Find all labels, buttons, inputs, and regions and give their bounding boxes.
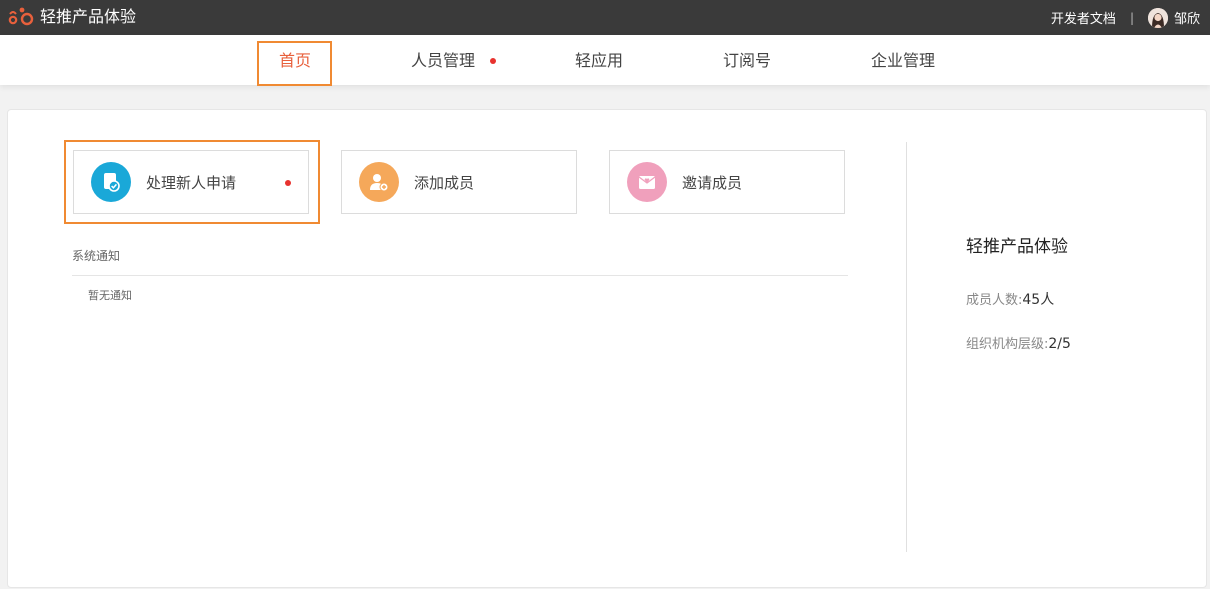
nav-item-subscriptions[interactable]: 订阅号 bbox=[723, 35, 771, 85]
main-card: 处理新人申请 添加成员 邀请成员 系统通知 暂无通知 轻推产品体验 成员人 bbox=[7, 109, 1207, 588]
user-name[interactable]: 邹欣 bbox=[1174, 8, 1200, 27]
divider bbox=[72, 275, 848, 276]
org-levels: 组织机构层级:2/5 bbox=[966, 333, 1071, 352]
invite-member-button[interactable]: 邀请成员 bbox=[609, 150, 845, 214]
vertical-divider bbox=[906, 142, 907, 552]
process-applications-button[interactable]: 处理新人申请 bbox=[73, 150, 309, 214]
org-name: 轻推产品体验 bbox=[966, 232, 1068, 257]
logo-icon bbox=[8, 6, 34, 28]
member-count-value: 45人 bbox=[1022, 292, 1054, 308]
org-levels-label: 组织机构层级: bbox=[966, 337, 1048, 352]
action-label: 处理新人申请 bbox=[146, 172, 236, 193]
org-levels-value: 2/5 bbox=[1048, 336, 1071, 352]
nav-item-label: 人员管理 bbox=[411, 51, 475, 70]
app-title: 轻推产品体验 bbox=[40, 6, 136, 28]
nav-item-members[interactable]: 人员管理 bbox=[411, 35, 475, 85]
notifications-title: 系统通知 bbox=[72, 247, 120, 264]
nav-item-light-apps[interactable]: 轻应用 bbox=[575, 35, 623, 85]
member-count: 成员人数:45人 bbox=[966, 289, 1054, 309]
member-count-label: 成员人数: bbox=[966, 293, 1022, 308]
add-user-icon bbox=[359, 162, 399, 202]
action-label: 添加成员 bbox=[414, 172, 474, 193]
developer-docs-link[interactable]: 开发者文档 bbox=[1051, 8, 1116, 27]
nav-item-enterprise[interactable]: 企业管理 bbox=[871, 35, 935, 85]
top-bar: 轻推产品体验 开发者文档 | 邹欣 bbox=[0, 0, 1210, 35]
envelope-heart-icon bbox=[627, 162, 667, 202]
notifications-empty-text: 暂无通知 bbox=[88, 287, 132, 303]
separator: | bbox=[1130, 11, 1134, 25]
action-label: 邀请成员 bbox=[682, 172, 742, 193]
nav-item-home[interactable]: 首页 bbox=[279, 35, 311, 85]
members-badge-dot bbox=[490, 58, 496, 64]
add-member-button[interactable]: 添加成员 bbox=[341, 150, 577, 214]
user-avatar-icon bbox=[1148, 8, 1168, 28]
main-nav: 首页 人员管理 轻应用 订阅号 企业管理 bbox=[0, 35, 1210, 85]
document-check-icon bbox=[91, 162, 131, 202]
avatar[interactable] bbox=[1148, 8, 1168, 28]
applications-badge-dot bbox=[285, 180, 291, 186]
brand[interactable]: 轻推产品体验 bbox=[8, 6, 136, 28]
